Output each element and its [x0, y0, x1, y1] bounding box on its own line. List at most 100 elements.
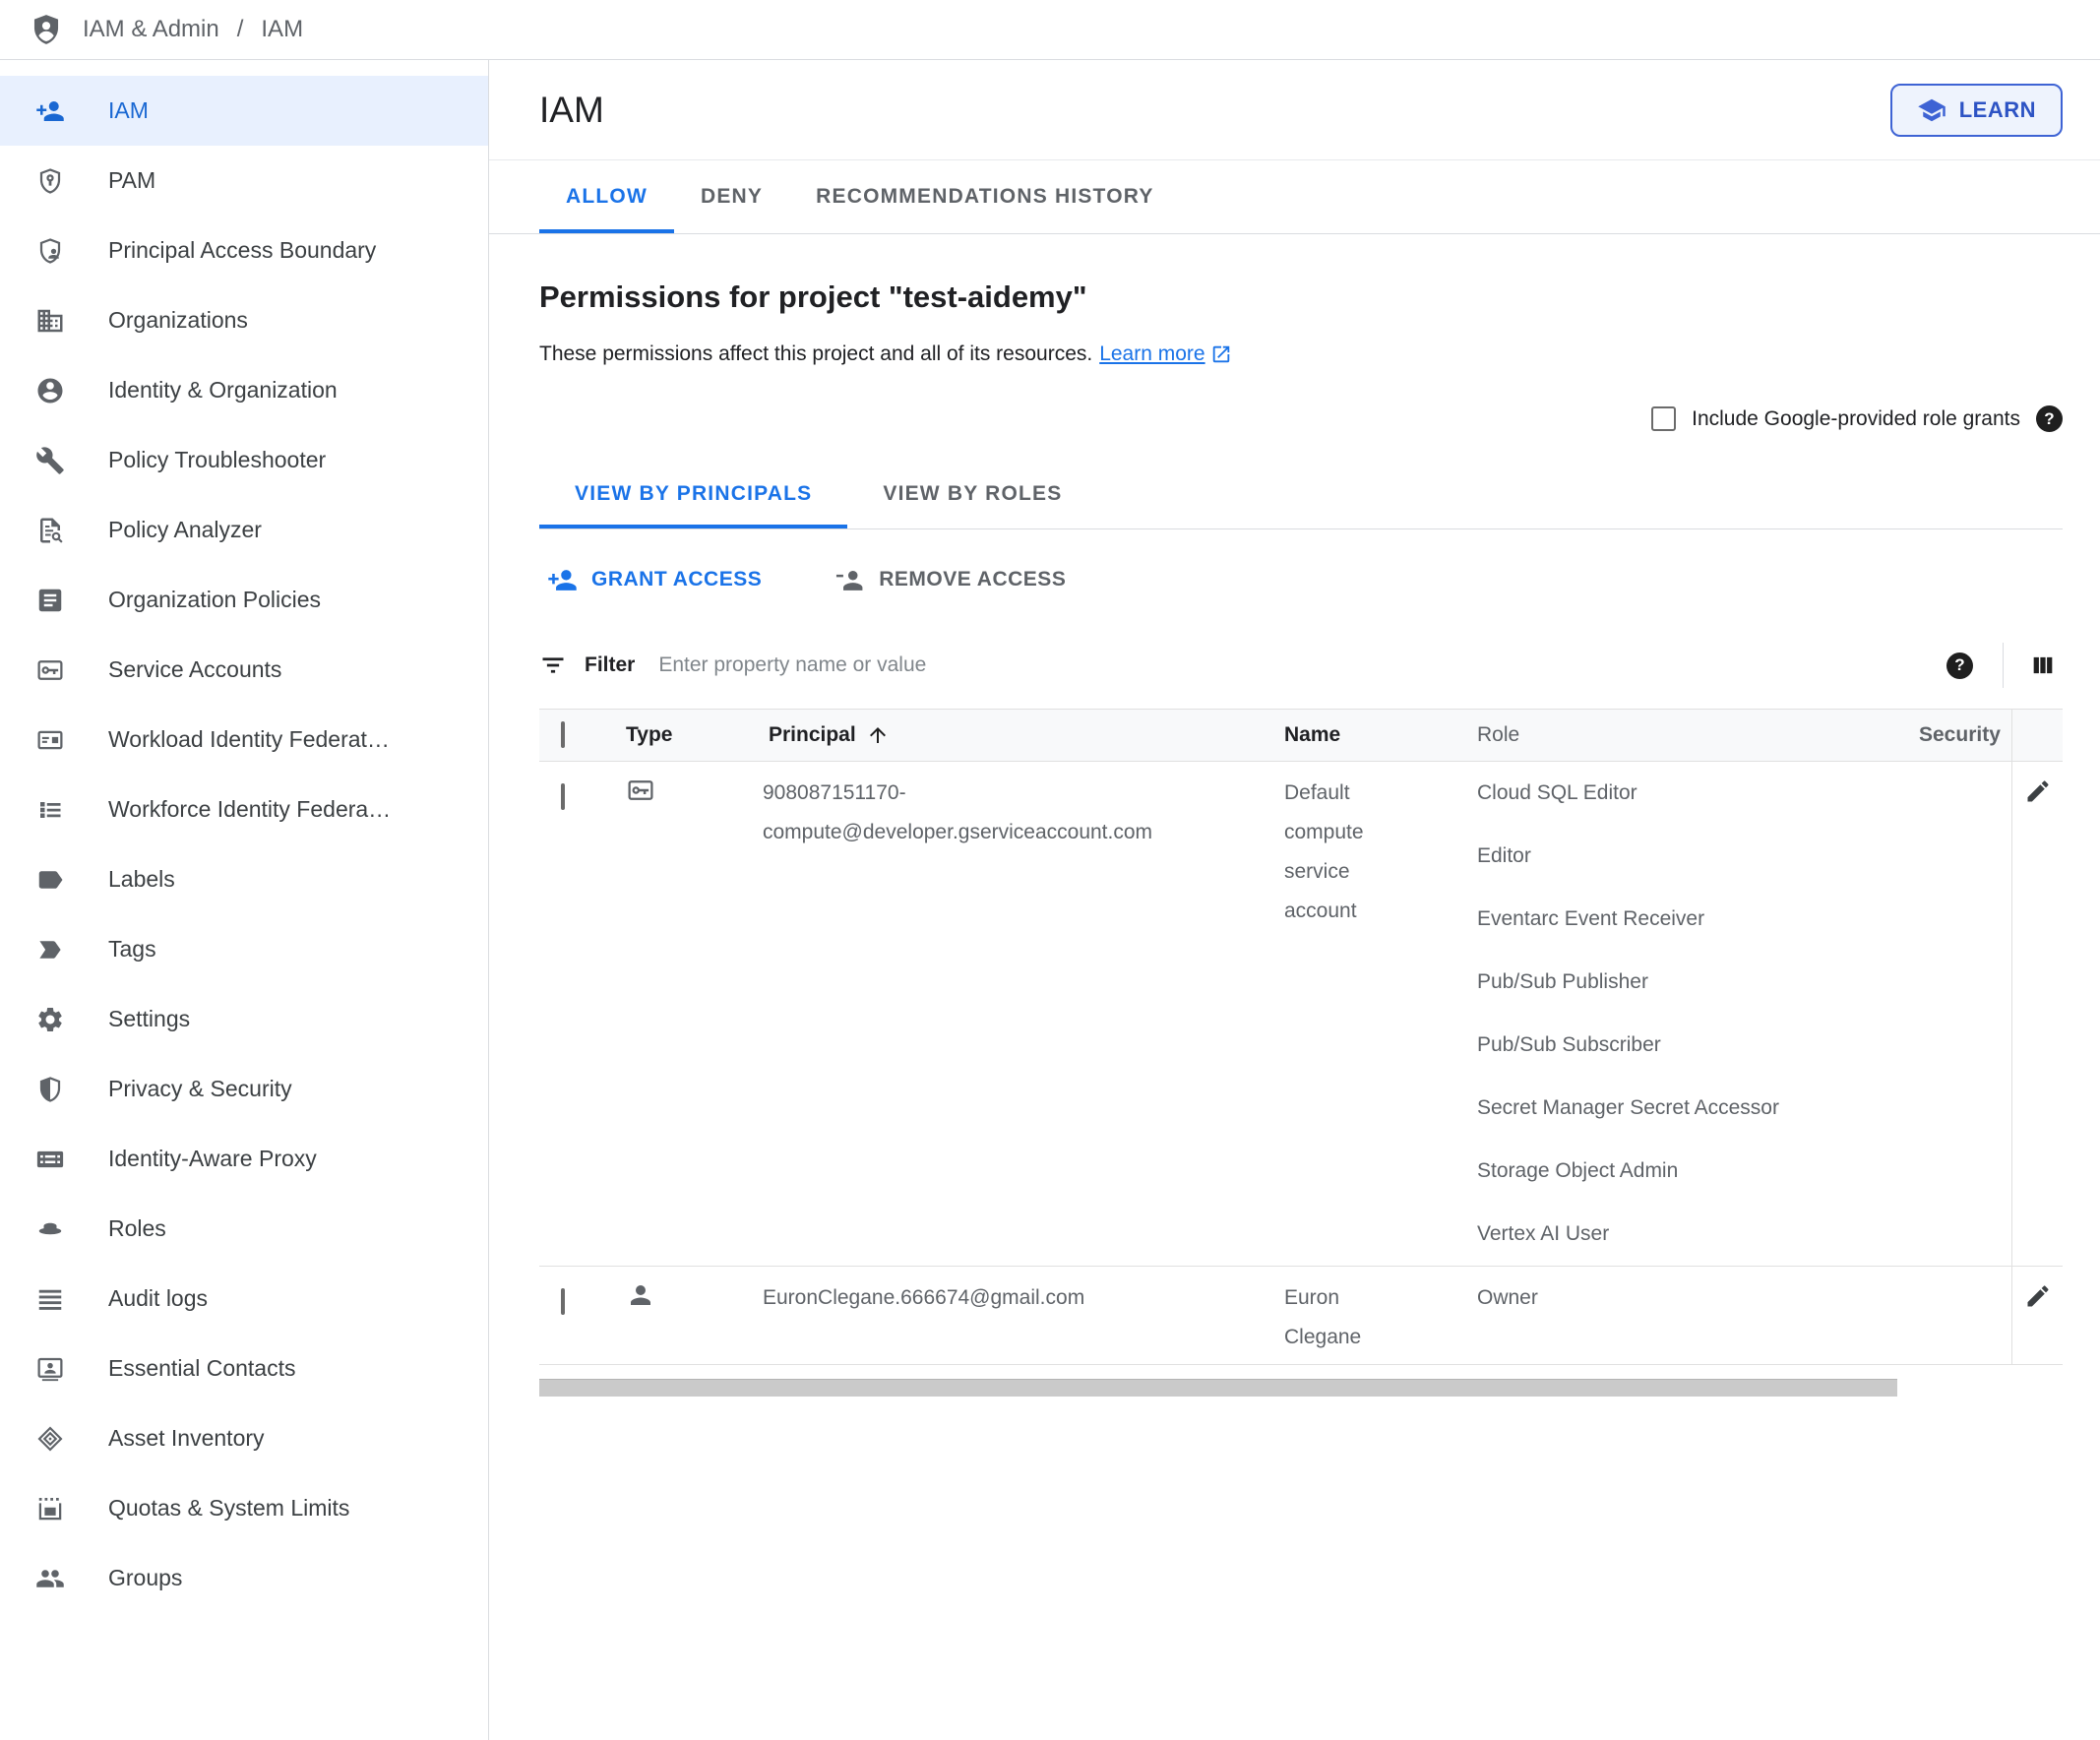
help-icon[interactable]: ?: [2036, 405, 2063, 432]
quota-frame-icon: [35, 1494, 65, 1523]
policy-tabs: ALLOW DENY RECOMMENDATIONS HISTORY: [489, 160, 2100, 234]
tab-allow[interactable]: ALLOW: [539, 160, 674, 233]
learn-button-label: LEARN: [1958, 96, 2036, 122]
sidebar-item-label: Labels: [108, 866, 175, 892]
tab-recommendations-history[interactable]: RECOMMENDATIONS HISTORY: [789, 160, 1180, 233]
person-icon: [626, 1280, 655, 1310]
sidebar-item-identity-organization[interactable]: Identity & Organization: [0, 355, 488, 425]
roles-list: Cloud SQL Editor Editor Eventarc Event Rec…: [1464, 762, 2012, 1266]
page-title: IAM: [539, 89, 604, 130]
service-account-icon: [626, 776, 655, 805]
edit-principal-button[interactable]: [2024, 777, 2052, 1266]
sidebar-item-label: Asset Inventory: [108, 1425, 265, 1451]
badge-card-icon: [35, 725, 65, 755]
sidebar-item-label: Organization Policies: [108, 587, 322, 612]
sidebar-item-organization-policies[interactable]: Organization Policies: [0, 565, 488, 635]
sidebar-item-label: Policy Troubleshooter: [108, 447, 327, 472]
sidebar-item-identity-aware-proxy[interactable]: Identity-Aware Proxy: [0, 1124, 488, 1194]
sidebar-item-roles[interactable]: Roles: [0, 1194, 488, 1264]
sidebar-item-settings[interactable]: Settings: [0, 984, 488, 1054]
account-circle-icon: [35, 376, 65, 405]
principals-table: Type Principal Name Role Security 908087…: [539, 709, 2063, 1365]
column-display-icon[interactable]: [2029, 652, 2057, 679]
filter-input[interactable]: [656, 652, 1946, 678]
table-row: EuronClegane.666674@gmail.com Euron Clega…: [539, 1267, 2063, 1365]
filter-icon: [539, 652, 567, 679]
edit-principal-button[interactable]: [2024, 1282, 2052, 1364]
column-header-security: Security: [1919, 723, 2001, 746]
filter-help-icon[interactable]: ?: [1946, 652, 1973, 679]
sidebar-item-label: Organizations: [108, 307, 248, 333]
nested-diamonds-icon: [35, 1424, 65, 1454]
role-value: Editor: [1477, 844, 1531, 867]
learn-more-link[interactable]: Learn more: [1099, 342, 1231, 366]
sidebar-item-tags[interactable]: Tags: [0, 914, 488, 984]
lines-icon: [35, 1284, 65, 1314]
role-value: Storage Object Admin: [1477, 1159, 1679, 1182]
name-value: Euron Clegane: [1284, 1286, 1362, 1348]
roles-list: Owner: [1464, 1267, 2012, 1364]
iam-admin-shield-icon: [30, 13, 63, 46]
sidebar-item-workforce-identity-federa[interactable]: Workforce Identity Federa…: [0, 775, 488, 844]
breadcrumb-page: IAM: [261, 16, 304, 42]
groups-icon: [35, 1564, 65, 1593]
sidebar-item-label: Settings: [108, 1006, 191, 1031]
sidebar-item-iam[interactable]: IAM: [0, 76, 488, 146]
filter-bar: Filter ?: [539, 630, 2063, 701]
sidebar-item-service-accounts[interactable]: Service Accounts: [0, 635, 488, 705]
sidebar-item-privacy-security[interactable]: Privacy & Security: [0, 1054, 488, 1124]
include-google-roles-label: Include Google-provided role grants: [1692, 406, 2020, 430]
label-important-icon: [35, 935, 65, 964]
learn-button[interactable]: LEARN: [1889, 83, 2063, 137]
sidebar-item-label: Identity & Organization: [108, 377, 338, 403]
sidebar-item-labels[interactable]: Labels: [0, 844, 488, 914]
column-header-name: Name: [1284, 723, 1341, 746]
vertical-divider: [2003, 643, 2004, 688]
select-all-checkbox[interactable]: [561, 721, 565, 748]
sidebar-item-organizations[interactable]: Organizations: [0, 285, 488, 355]
sidebar-item-label: Workload Identity Federat…: [108, 726, 390, 752]
column-header-type: Type: [626, 723, 673, 746]
sidebar-item-workload-identity-federat[interactable]: Workload Identity Federat…: [0, 705, 488, 775]
include-google-roles-checkbox[interactable]: [1651, 406, 1677, 431]
tab-deny[interactable]: DENY: [674, 160, 789, 233]
shield-person-icon: [35, 236, 65, 266]
breadcrumb-separator: /: [236, 16, 244, 42]
sidebar-item-policy-troubleshooter[interactable]: Policy Troubleshooter: [0, 425, 488, 495]
breadcrumb-section[interactable]: IAM & Admin: [83, 16, 219, 43]
horizontal-scrollbar-thumb[interactable]: [539, 1379, 1897, 1397]
sidebar-item-essential-contacts[interactable]: Essential Contacts: [0, 1334, 488, 1403]
role-value: Secret Manager Secret Accessor: [1477, 1096, 1779, 1119]
access-actions: GRANT ACCESS REMOVE ACCESS: [539, 551, 2063, 608]
graduation-cap-icon: [1917, 95, 1946, 125]
tab-view-by-roles[interactable]: VIEW BY ROLES: [847, 460, 1097, 528]
sidebar-item-groups[interactable]: Groups: [0, 1543, 488, 1613]
remove-access-button[interactable]: REMOVE ACCESS: [827, 565, 1074, 595]
table-row: 908087151170-compute@developer.gservicea…: [539, 762, 2063, 1267]
sidebar-item-label: Groups: [108, 1565, 183, 1590]
row-checkbox[interactable]: [561, 1288, 565, 1315]
permissions-description: These permissions affect this project an…: [539, 342, 1093, 365]
external-link-icon: [1210, 343, 1232, 365]
column-header-principal[interactable]: Principal: [763, 723, 1284, 747]
sidebar-item-quotas-system-limits[interactable]: Quotas & System Limits: [0, 1473, 488, 1543]
sidebar-item-label: Privacy & Security: [108, 1076, 292, 1101]
list-icon: [35, 795, 65, 825]
tab-view-by-principals[interactable]: VIEW BY PRINCIPALS: [539, 460, 847, 528]
filter-label: Filter: [585, 653, 636, 676]
doc-search-icon: [35, 516, 65, 545]
role-value: Vertex AI User: [1477, 1222, 1610, 1245]
shield-key-icon: [35, 166, 65, 196]
sidebar-item-asset-inventory[interactable]: Asset Inventory: [0, 1403, 488, 1473]
sidebar-item-policy-analyzer[interactable]: Policy Analyzer: [0, 495, 488, 565]
sidebar-item-audit-logs[interactable]: Audit logs: [0, 1264, 488, 1334]
organizations-icon: [35, 306, 65, 336]
grant-access-button[interactable]: GRANT ACCESS: [539, 565, 770, 595]
row-checkbox[interactable]: [561, 783, 565, 810]
sidebar-item-label: IAM: [108, 97, 149, 123]
top-bar: IAM & Admin / IAM: [0, 0, 2100, 60]
principal-value: 908087151170-compute@developer.gservicea…: [763, 781, 1153, 843]
include-google-roles-row: Include Google-provided role grants ?: [539, 405, 2063, 432]
sidebar-item-pam[interactable]: PAM: [0, 146, 488, 216]
sidebar-item-principal-access-boundary[interactable]: Principal Access Boundary: [0, 216, 488, 285]
